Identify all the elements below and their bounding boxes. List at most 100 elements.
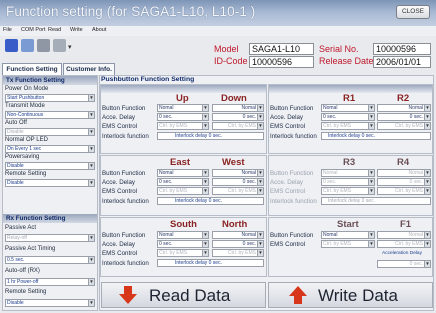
label-south: South	[170, 219, 197, 230]
chevron-down-icon: ▼	[88, 180, 94, 186]
chevron-down-icon: ▼	[202, 232, 208, 238]
north-ems-select[interactable]: Ctrl. by EMS ▼	[212, 249, 264, 257]
r3-r4-interlock-text: Interlock delay 0 sec.	[328, 198, 375, 204]
chevron-down-icon: ▼	[257, 114, 263, 120]
r3-ems-select[interactable]: Ctrl. by EMS ▼	[321, 187, 375, 195]
chevron-down-icon: ▼	[202, 241, 208, 247]
chevron-down-icon: ▼	[257, 179, 263, 185]
start-ems-select[interactable]: Ctrl. by EMS ▼	[321, 240, 375, 248]
chevron-down-icon: ▼	[202, 123, 208, 129]
rx-remote-setting-select[interactable]: Disable ▼	[5, 299, 95, 307]
west-delay-select[interactable]: 0 sec. ▼	[212, 178, 264, 186]
powersaving-select[interactable]: Disable ▼	[5, 162, 95, 170]
south-delay-select[interactable]: 0 sec. ▼	[157, 240, 209, 248]
west-ems-select[interactable]: Ctrl. by EMS ▼	[212, 187, 264, 195]
button-function-label: Button Function	[102, 232, 146, 239]
f1-mode-select[interactable]: Nomal ▼	[377, 231, 431, 239]
ems-control-label: EMS Control	[102, 250, 138, 257]
open-folder-icon[interactable]	[5, 39, 18, 52]
down-mode-select[interactable]: Nomal ▼	[212, 104, 264, 112]
r2-delay-select[interactable]: 0 sec. ▼	[377, 113, 431, 121]
f1-ems-select[interactable]: Ctrl. by EMS ▼	[377, 240, 431, 248]
up-mode-select[interactable]: Nomal ▼	[157, 104, 209, 112]
west-mode-select[interactable]: Nomal ▼	[212, 169, 264, 177]
interlock-function-label: Interlock function	[102, 260, 149, 267]
chevron-down-icon: ▼	[257, 188, 263, 194]
north-delay-select[interactable]: 0 sec. ▼	[212, 240, 264, 248]
read-data-label: Read Data	[149, 286, 231, 305]
start-mode-select[interactable]: Nomal ▼	[321, 231, 375, 239]
east-delay-select[interactable]: 0 sec. ▼	[157, 178, 209, 186]
arrow-up-icon	[289, 286, 307, 304]
east-mode-select[interactable]: Nomal ▼	[157, 169, 209, 177]
printer-icon[interactable]	[53, 39, 66, 52]
r2-mode-select[interactable]: Nomal ▼	[377, 104, 431, 112]
north-mode-select[interactable]: Nomal ▼	[212, 231, 264, 239]
chevron-down-icon: ▼	[368, 179, 374, 185]
r1-mode-select[interactable]: Nomal ▼	[321, 104, 375, 112]
rx-remote-setting-label: Remote Setting	[5, 289, 47, 295]
serial-value: 10000596	[373, 43, 431, 55]
r1-delay-select[interactable]: 0 sec. ▼	[321, 113, 375, 121]
menu-read[interactable]: Read	[48, 27, 61, 33]
auto-off-select[interactable]: Disable ▼	[5, 128, 95, 136]
auto-off-label: Auto Off	[5, 120, 27, 126]
group-header	[269, 85, 432, 93]
button-function-label: Button Function	[270, 105, 314, 112]
transmit-mode-select[interactable]: Non-Continuous ▼	[5, 111, 95, 119]
east-ems-select[interactable]: Ctrl. by EMS ▼	[157, 187, 209, 195]
chevron-down-icon: ▼	[424, 188, 430, 194]
up-delay-select[interactable]: 0 sec. ▼	[157, 113, 209, 121]
chevron-down-icon: ▼	[88, 163, 94, 169]
acce-delay-label: Acce. Delay	[270, 179, 304, 186]
menu-file[interactable]: File	[3, 27, 12, 33]
menu-about[interactable]: About	[92, 27, 106, 33]
chevron-down-icon: ▼	[368, 170, 374, 176]
r4-mode-select[interactable]: Nomal ▼	[377, 169, 431, 177]
south-mode-select[interactable]: Nomal ▼	[157, 231, 209, 239]
r3-mode-select[interactable]: Nomal ▼	[321, 169, 375, 177]
tx-remote-setting-select[interactable]: Disable ▼	[5, 179, 95, 187]
power-on-mode-select[interactable]: Start Pushbutton ▼	[5, 94, 95, 102]
chevron-down-icon: ▼	[202, 105, 208, 111]
r1-ems-select[interactable]: Ctrl. by EMS ▼	[321, 122, 375, 130]
east-west-interlock-text: Interlock delay 0 sec.	[175, 198, 222, 204]
button-function-label: Button Function	[270, 170, 314, 177]
passive-act-label: Passive Act	[5, 225, 37, 231]
chevron-down-icon: ▼	[368, 114, 374, 120]
acce-delay-label: Acce. Delay	[102, 179, 136, 186]
r2-ems-select[interactable]: Ctrl. by EMS ▼	[377, 122, 431, 130]
down-ems-select[interactable]: Ctrl. by EMS ▼	[212, 122, 264, 130]
down-delay-select[interactable]: 0 sec. ▼	[212, 113, 264, 121]
settings-icon[interactable]	[37, 39, 50, 52]
button-function-label: Button Function	[102, 105, 146, 112]
r3-delay-select[interactable]: 0 sec. ▼	[321, 178, 375, 186]
chevron-down-icon: ▼	[88, 279, 94, 285]
ems-control-label: EMS Control	[270, 123, 306, 130]
r4-ems-select[interactable]: Ctrl. by EMS ▼	[377, 187, 431, 195]
tab-function-setting[interactable]: Function Setting	[2, 63, 62, 75]
auto-off-rx-select[interactable]: 1 hr Power-off ▼	[5, 278, 95, 286]
button-function-label: Button Function	[270, 232, 314, 239]
menu-write[interactable]: Write	[70, 27, 83, 33]
label-r2: R2	[397, 93, 410, 104]
read-icon[interactable]	[21, 39, 34, 52]
chevron-down-icon: ▼	[202, 114, 208, 120]
passive-act-select[interactable]: Relay-off ▼	[5, 234, 95, 242]
idcode-value: 10000596	[249, 56, 314, 68]
south-ems-select[interactable]: Ctrl. by EMS ▼	[157, 249, 209, 257]
powersaving-label: Powersaving	[5, 154, 40, 160]
tab-customer-info[interactable]: Customer Info.	[63, 63, 115, 75]
up-ems-select[interactable]: Ctrl. by EMS ▼	[157, 122, 209, 130]
interlock-function-label: Interlock function	[270, 198, 317, 205]
chevron-down-icon: ▼	[202, 179, 208, 185]
menu-com-port[interactable]: COM Port	[21, 27, 45, 33]
passive-act-timing-select[interactable]: 0.5 sec. ▼	[5, 256, 95, 264]
label-f1: F1	[400, 219, 412, 230]
acceleration-delay-select[interactable]: 0 sec. ▼	[377, 260, 431, 268]
acceleration-delay-label: Acceleration Delay	[382, 251, 422, 256]
close-button[interactable]: CLOSE	[396, 5, 430, 19]
r4-delay-select[interactable]: 0 sec. ▼	[377, 178, 431, 186]
normal-op-led-select[interactable]: On Every 1 sec ▼	[5, 145, 95, 153]
dropdown-chevron-icon[interactable]: ▾	[68, 43, 72, 51]
